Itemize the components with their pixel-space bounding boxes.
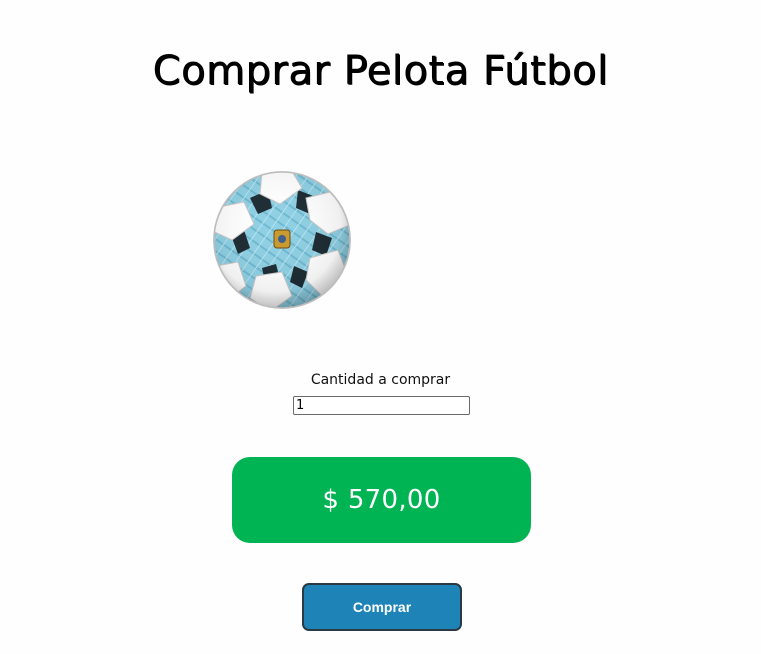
quantity-label: Cantidad a comprar [310, 372, 451, 388]
price-text: $ 570,00 [322, 485, 441, 515]
price-display: $ 570,00 [232, 457, 531, 543]
soccer-ball-icon [213, 171, 351, 309]
page-title: Comprar Pelota Fútbol [152, 48, 609, 94]
product-image [210, 168, 354, 312]
buy-button[interactable]: Comprar [302, 583, 462, 631]
quantity-input[interactable] [293, 396, 470, 415]
